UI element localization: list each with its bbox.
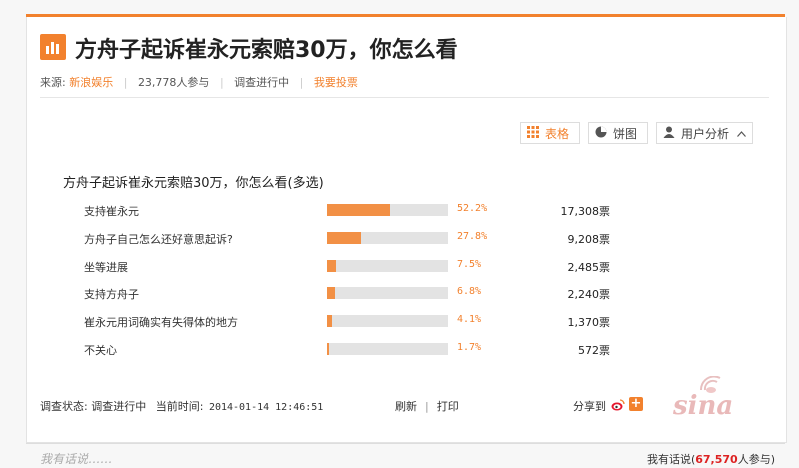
talk-count: 67,570 bbox=[695, 453, 738, 466]
option-label: 崔永元用词确实有失得体的地方 bbox=[84, 316, 238, 330]
top-accent-bar bbox=[0, 0, 799, 17]
result-row: 崔永元用词确实有失得体的地方 4.1% 1,370票 bbox=[0, 312, 799, 332]
survey-meta: 来源: 新浪娱乐 | 23,778人参与 | 调查进行中 | 我要投票 bbox=[40, 74, 358, 90]
bar-track bbox=[327, 259, 448, 272]
time-label: 当前时间: bbox=[155, 400, 204, 413]
pie-chart-icon bbox=[595, 126, 607, 141]
participants-count: 23,778人参与 bbox=[137, 76, 210, 89]
bar-track bbox=[327, 343, 448, 355]
result-row: 支持崔永元 52.2% 17,308票 bbox=[0, 201, 799, 221]
option-label: 支持崔永元 bbox=[84, 205, 139, 218]
option-percent: 4.1% bbox=[457, 314, 482, 326]
bar-track bbox=[327, 231, 448, 244]
option-votes: 2,240票 bbox=[567, 288, 611, 302]
bar-fill bbox=[327, 287, 336, 300]
comment-count[interactable]: 我有话说(67,570人参与) bbox=[647, 451, 775, 467]
bar-track bbox=[327, 315, 448, 328]
comment-bar: 我有话说…… 我有话说(67,570人参与) bbox=[26, 443, 785, 468]
option-votes: 2,485票 bbox=[567, 260, 611, 274]
option-label: 支持方舟子 bbox=[84, 288, 139, 302]
option-votes: 17,308票 bbox=[560, 205, 611, 218]
chevron-up-icon bbox=[737, 126, 746, 140]
bar-fill bbox=[327, 259, 337, 272]
time-value: 2014-01-14 12:46:51 bbox=[208, 402, 324, 413]
bar-fill bbox=[327, 204, 391, 216]
source-label: 来源: bbox=[40, 76, 66, 89]
tab-user-analysis-label: 用户分析 bbox=[681, 126, 730, 141]
tab-table[interactable]: 表格 bbox=[520, 122, 580, 144]
footer-status: 调查状态: 调查进行中 当前时间: 2014-01-14 12:46:51 bbox=[40, 398, 323, 414]
comment-hint[interactable]: 我有话说…… bbox=[40, 450, 112, 467]
divider: | bbox=[425, 400, 429, 413]
result-row: 坐等进展 7.5% 2,485票 bbox=[0, 257, 799, 277]
option-percent: 6.8% bbox=[457, 286, 482, 298]
page-title: 方舟子起诉崔永元索赔30万，你怎么看 bbox=[75, 38, 458, 63]
talk-prefix: 我有话说( bbox=[646, 453, 696, 466]
option-label: 坐等进展 bbox=[84, 260, 128, 274]
bar-fill bbox=[327, 315, 332, 328]
footer-actions: 刷新 | 打印 bbox=[395, 398, 459, 414]
bar-track bbox=[327, 204, 448, 216]
option-votes: 9,208票 bbox=[567, 232, 611, 246]
tab-pie-label: 饼图 bbox=[613, 126, 638, 141]
talk-suffix: 人参与) bbox=[737, 453, 775, 466]
question-title: 方舟子起诉崔永元索赔30万，你怎么看(多选) bbox=[63, 176, 324, 191]
survey-chart-icon bbox=[40, 34, 66, 60]
refresh-link[interactable]: 刷新 bbox=[395, 400, 417, 413]
status-label: 调查状态: bbox=[40, 400, 88, 413]
option-label: 不关心 bbox=[84, 344, 117, 357]
tab-user-analysis[interactable]: 用户分析 bbox=[656, 122, 753, 144]
option-percent: 27.8% bbox=[457, 230, 488, 242]
option-percent: 52.2% bbox=[457, 203, 488, 214]
sina-logo: sina bbox=[665, 375, 745, 421]
status-value: 调查进行中 bbox=[91, 400, 147, 413]
print-link[interactable]: 打印 bbox=[437, 400, 459, 413]
tab-pie[interactable]: 饼图 bbox=[588, 122, 648, 144]
user-icon bbox=[663, 126, 675, 141]
grid-icon bbox=[527, 125, 539, 141]
bar-track bbox=[327, 287, 448, 300]
tab-table-label: 表格 bbox=[545, 126, 570, 141]
vote-link[interactable]: 我要投票 bbox=[314, 76, 358, 89]
bar-fill bbox=[327, 343, 330, 355]
more-share-icon[interactable]: + bbox=[629, 397, 643, 411]
divider: | bbox=[299, 76, 304, 89]
result-row: 方舟子自己怎么还好意思起诉? 27.8% 9,208票 bbox=[0, 229, 799, 249]
survey-status: 调查进行中 bbox=[234, 76, 290, 89]
divider: | bbox=[219, 76, 224, 89]
svg-text:sina: sina bbox=[672, 391, 733, 420]
header-divider bbox=[40, 97, 769, 98]
option-votes: 572票 bbox=[578, 344, 610, 357]
divider: | bbox=[123, 76, 128, 89]
bar-fill bbox=[327, 231, 361, 244]
source-link[interactable]: 新浪娱乐 bbox=[69, 76, 113, 89]
option-percent: 1.7% bbox=[457, 342, 482, 353]
option-percent: 7.5% bbox=[457, 258, 482, 270]
weibo-share-icon[interactable] bbox=[611, 397, 625, 411]
result-row: 支持方舟子 6.8% 2,240票 bbox=[0, 284, 799, 304]
result-row: 不关心 1.7% 572票 bbox=[0, 340, 799, 360]
share-label: 分享到 bbox=[573, 400, 606, 413]
option-votes: 1,370票 bbox=[567, 316, 611, 330]
option-label: 方舟子自己怎么还好意思起诉? bbox=[84, 232, 233, 246]
